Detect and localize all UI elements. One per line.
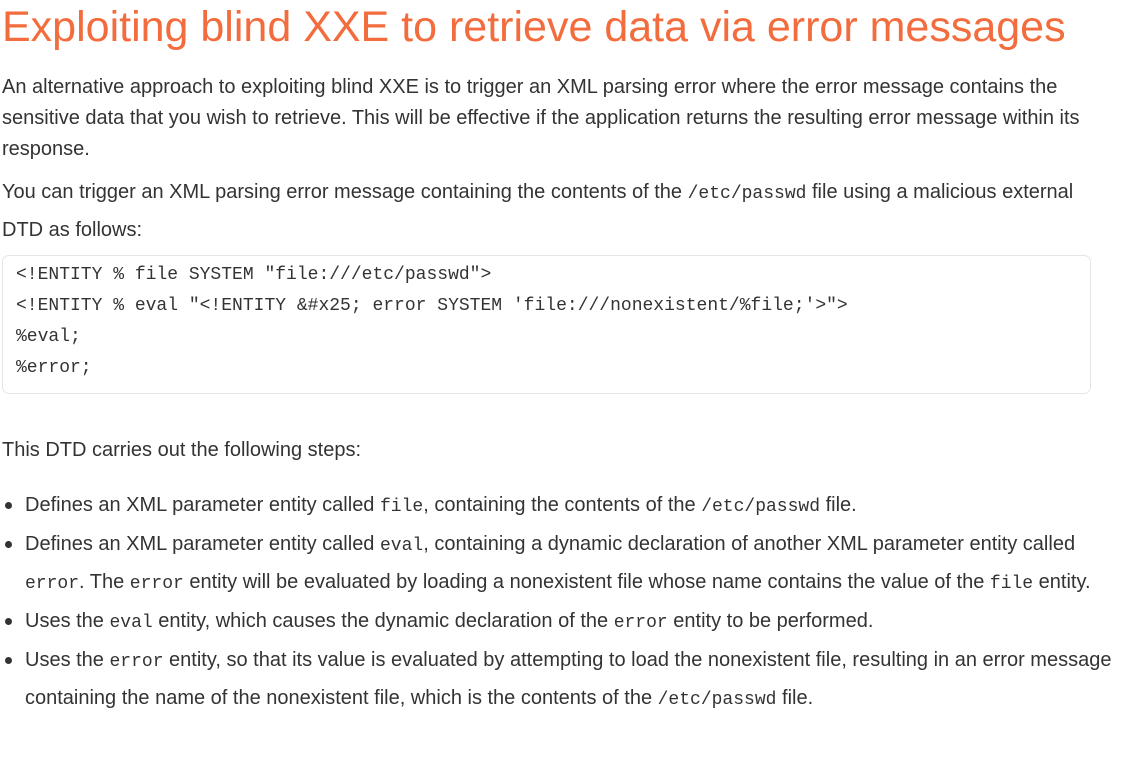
list-item: Uses the eval entity, which causes the d… — [2, 603, 1112, 641]
step-text: Defines an XML parameter entity called — [25, 533, 380, 555]
inline-code: file — [989, 574, 1034, 594]
intro-paragraph: An alternative approach to exploiting bl… — [2, 76, 1080, 160]
step-text: , containing a dynamic declaration of an… — [423, 533, 1076, 555]
step-text: entity to be performed. — [667, 610, 874, 632]
inline-code: file — [380, 497, 424, 517]
inline-code: error — [613, 613, 668, 633]
code-line: %eval; — [16, 327, 81, 347]
page-title: Exploiting blind XXE to retrieve data vi… — [2, 3, 1066, 51]
list-item: Defines an XML parameter entity called f… — [2, 487, 1112, 525]
inline-code: eval — [380, 536, 424, 556]
inline-code: error — [25, 574, 80, 594]
step-text: entity, so that its value is evaluated b… — [25, 649, 1112, 709]
step-text: entity will be evaluated by loading a no… — [183, 571, 990, 593]
inline-code: eval — [109, 613, 153, 633]
step-text: entity. — [1033, 571, 1091, 593]
list-item: Defines an XML parameter entity called e… — [2, 526, 1112, 602]
dtd-intro-paragraph: You can trigger an XML parsing error mes… — [2, 174, 1102, 248]
bullet-icon — [5, 541, 12, 548]
inline-code: /etc/passwd — [701, 497, 821, 517]
inline-code-passwd: /etc/passwd — [687, 184, 807, 204]
steps-intro: This DTD carries out the following steps… — [2, 439, 362, 461]
step-text: Defines an XML parameter entity called — [25, 494, 380, 516]
code-line: <!ENTITY % eval "<!ENTITY &#x25; error S… — [16, 296, 848, 316]
list-item: Uses the error entity, so that its value… — [2, 642, 1112, 718]
bullet-icon — [5, 502, 12, 509]
step-text: entity, which causes the dynamic declara… — [152, 610, 614, 632]
step-text: . The — [79, 571, 130, 593]
step-text: , containing the contents of the — [423, 494, 702, 516]
step-text: file. — [776, 687, 814, 709]
step-text: file. — [820, 494, 857, 516]
step-text: Uses the — [25, 610, 110, 632]
dtd-intro-text: You can trigger an XML parsing error mes… — [2, 181, 688, 203]
code-block[interactable]: <!ENTITY % file SYSTEM "file:///etc/pass… — [2, 255, 1091, 394]
step-text: Uses the — [25, 649, 110, 671]
code-line: %error; — [16, 358, 92, 378]
inline-code: error — [129, 574, 184, 594]
bullet-icon — [5, 657, 12, 664]
bullet-icon — [5, 618, 12, 625]
inline-code: error — [109, 652, 164, 672]
steps-list: Defines an XML parameter entity called f… — [2, 487, 1112, 719]
inline-code: /etc/passwd — [657, 690, 777, 710]
code-line: <!ENTITY % file SYSTEM "file:///etc/pass… — [16, 265, 492, 285]
